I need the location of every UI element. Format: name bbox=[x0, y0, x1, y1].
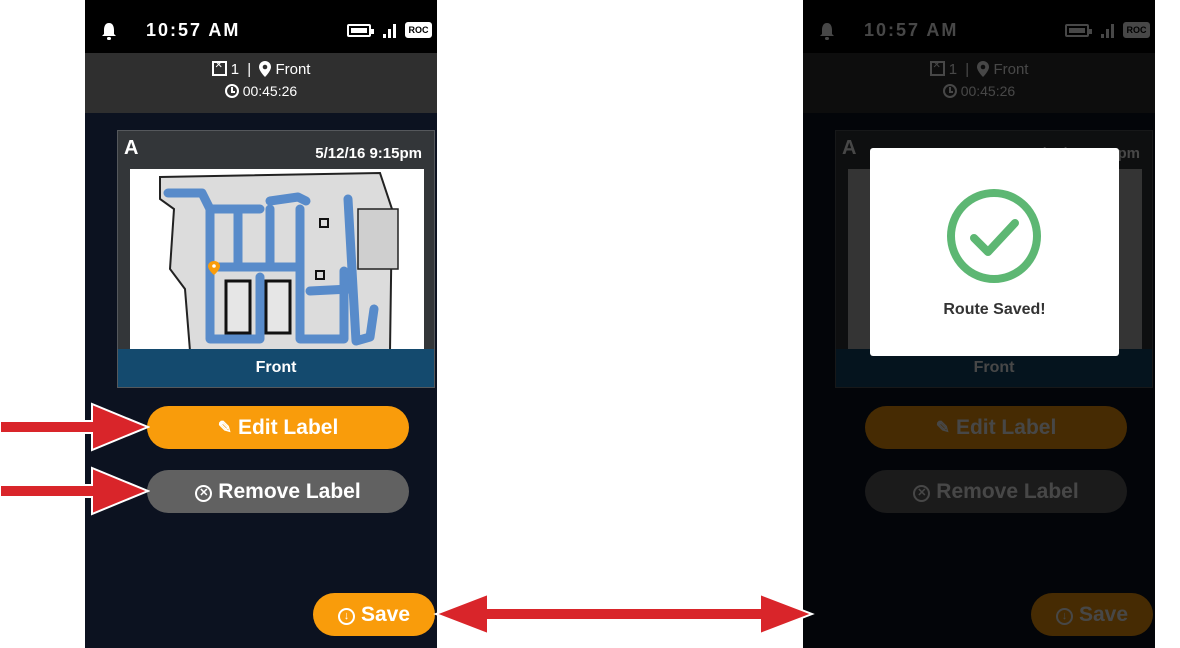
network-badge: ROC bbox=[405, 22, 432, 38]
checkmark-circle-icon bbox=[947, 189, 1041, 283]
elapsed-time: 00:45:26 bbox=[242, 83, 298, 99]
status-bar: 10:57 AM ROC bbox=[85, 0, 437, 58]
annotation-arrow-remove-label bbox=[0, 466, 150, 516]
annotation-arrow-save-to-saved bbox=[433, 592, 815, 636]
annotation-arrow-edit-label bbox=[0, 402, 150, 452]
info-separator: | bbox=[247, 61, 252, 78]
route-info-bar: 1 | Front 00:45:26 bbox=[85, 53, 437, 113]
save-button[interactable]: ↓ Save bbox=[313, 593, 435, 636]
route-map-card[interactable]: A 5/12/16 9:15pm Front bbox=[117, 130, 435, 388]
dialog-message: Route Saved! bbox=[943, 301, 1046, 318]
floor-map-image bbox=[130, 169, 424, 351]
download-circle-icon: ↓ bbox=[337, 608, 355, 625]
location-name: Front bbox=[275, 61, 311, 78]
status-time: 10:57 AM bbox=[146, 20, 241, 40]
floor-number: 1 bbox=[230, 61, 240, 78]
phone-screen-before-save: 10:57 AM ROC 1 | Front 00:45:26 bbox=[85, 0, 437, 648]
signal-icon bbox=[383, 24, 397, 38]
edit-label-text: Edit Label bbox=[237, 416, 339, 439]
route-letter: A bbox=[124, 137, 139, 159]
remove-circle-icon: ✕ bbox=[195, 485, 213, 502]
route-saved-dialog: Route Saved! bbox=[870, 148, 1119, 356]
route-date: 5/12/16 9:15pm bbox=[315, 145, 422, 162]
edit-label-button[interactable]: ✎ Edit Label bbox=[147, 406, 409, 449]
save-text: Save bbox=[360, 603, 411, 626]
clock-icon bbox=[224, 84, 239, 98]
route-label: Front bbox=[118, 349, 434, 387]
location-pin-icon bbox=[259, 61, 272, 77]
stage: 10:57 AM ROC 1 | Front 00:45:26 bbox=[0, 0, 1180, 648]
remove-label-button[interactable]: ✕ Remove Label bbox=[147, 470, 409, 513]
remove-label-text: Remove Label bbox=[218, 480, 361, 503]
phone-screen-after-save: 10:57 AM ROC 1 | Front 00:45:26 bbox=[803, 0, 1155, 648]
bell-icon[interactable] bbox=[101, 22, 117, 40]
pencil-icon: ✎ bbox=[217, 418, 232, 437]
battery-icon bbox=[347, 24, 374, 37]
floorplan-icon bbox=[211, 60, 227, 76]
